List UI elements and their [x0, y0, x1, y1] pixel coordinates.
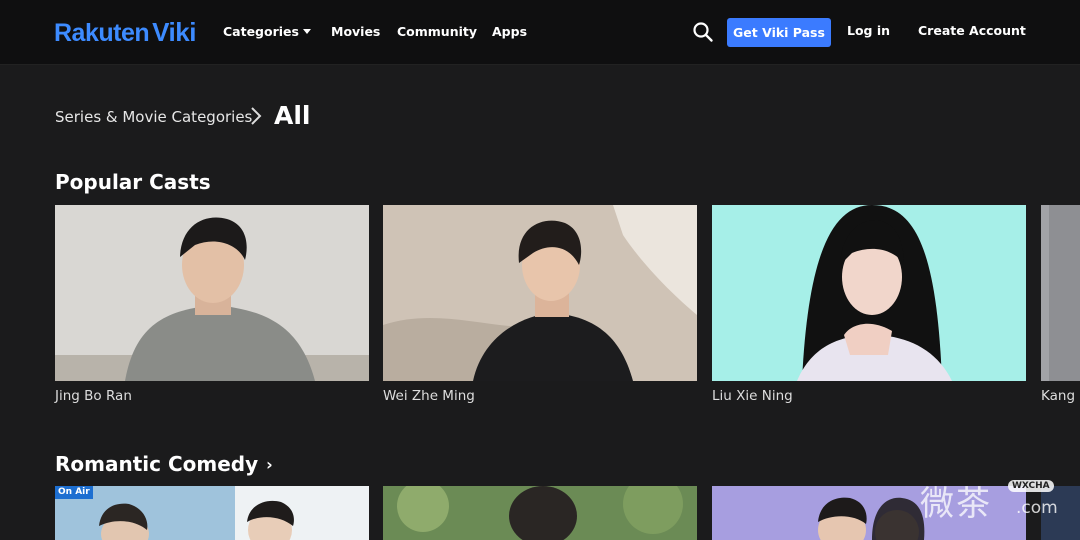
nav-apps[interactable]: Apps — [492, 24, 527, 39]
cast-name[interactable]: Liu Xie Ning — [712, 388, 793, 404]
logo-prefix: Rakuten — [54, 19, 150, 47]
cast-card-thumbnail[interactable] — [712, 205, 1026, 381]
cast-card-thumbnail[interactable] — [1041, 205, 1080, 381]
logo-brand: Viki — [152, 17, 196, 47]
breadcrumb-current: All — [274, 101, 311, 130]
chevron-right-icon: › — [266, 455, 273, 474]
on-air-badge: On Air — [55, 486, 93, 499]
cast-card-thumbnail[interactable] — [55, 205, 369, 381]
nav-categories-label: Categories — [223, 24, 299, 39]
cast-name[interactable]: Kang H — [1041, 388, 1080, 404]
watermark-tag: WXCHA — [1008, 480, 1054, 492]
watermark: 微茶 WXCHA .com — [920, 476, 1060, 524]
nav-community[interactable]: Community — [397, 24, 477, 39]
romantic-comedy-title[interactable]: Romantic Comedy › — [55, 452, 273, 476]
caret-down-icon — [302, 29, 311, 34]
cast-card-thumbnail[interactable] — [383, 205, 697, 381]
breadcrumb-parent-link[interactable]: Series & Movie Categories — [55, 108, 252, 126]
top-navigation-bar: Rakuten Viki Categories Movies Community … — [0, 0, 1080, 65]
get-viki-pass-button[interactable]: Get Viki Pass — [727, 18, 831, 47]
nav-categories[interactable]: Categories — [223, 24, 311, 39]
show-card-thumbnail[interactable] — [55, 486, 369, 540]
romantic-comedy-label: Romantic Comedy — [55, 452, 259, 476]
create-account-link[interactable]: Create Account — [918, 23, 1026, 38]
cast-name[interactable]: Jing Bo Ran — [55, 388, 132, 404]
nav-movies[interactable]: Movies — [331, 24, 380, 39]
show-card-thumbnail[interactable] — [383, 486, 697, 540]
login-link[interactable]: Log in — [847, 23, 890, 38]
popular-casts-title: Popular Casts — [55, 170, 211, 194]
chevron-right-icon — [249, 105, 263, 127]
watermark-com: .com — [1016, 498, 1058, 518]
cast-name[interactable]: Wei Zhe Ming — [383, 388, 475, 404]
rakuten-viki-logo[interactable]: Rakuten Viki — [54, 17, 196, 48]
search-icon[interactable] — [692, 21, 714, 43]
watermark-cn: 微茶 — [920, 484, 992, 524]
